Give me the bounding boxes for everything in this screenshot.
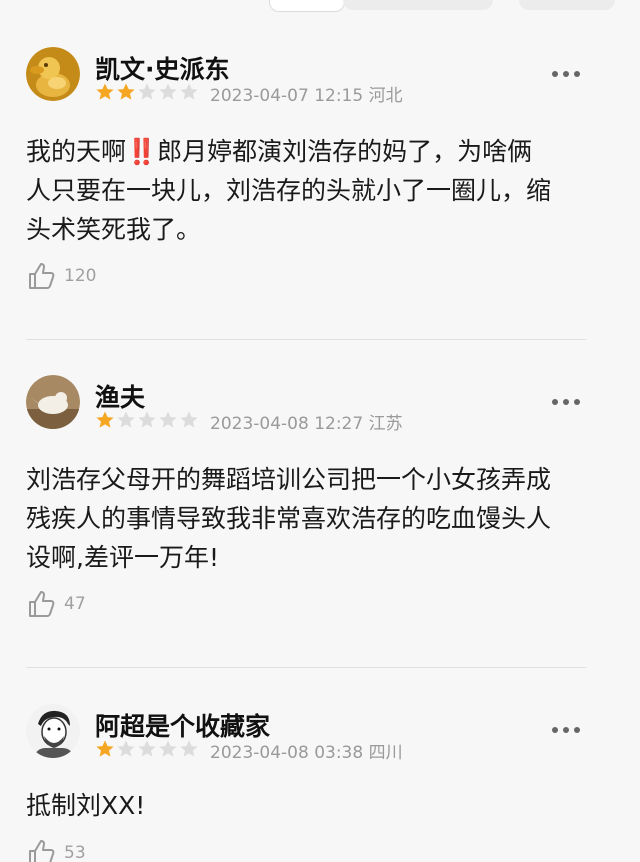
review-list-page: 凯文·史派东 2023-04-07 12:15 河北 我的天啊‼️郎月婷都演刘浩… — [0, 0, 640, 862]
thumbs-up-icon — [29, 840, 55, 862]
review-location: 江苏 — [368, 414, 403, 434]
star-filled-icon — [96, 740, 114, 757]
review-date: 2023-04-07 12:15 — [210, 86, 364, 106]
bird-figurine-avatar-icon — [26, 375, 80, 429]
star-rating — [95, 410, 199, 430]
top-tab-active[interactable] — [269, 0, 345, 12]
thumbs-up-icon — [29, 263, 55, 289]
review-content: 我的天啊‼️郎月婷都演刘浩存的妈了，为啥俩 人只要在一块儿，刘浩存的头就小了一圈… — [26, 132, 596, 249]
star-empty-icon — [138, 740, 156, 757]
more-dots-icon[interactable] — [552, 727, 582, 735]
review-meta: 2023-04-08 12:27 江苏 — [210, 409, 403, 434]
star-empty-icon — [117, 411, 135, 428]
star-filled-icon — [96, 411, 114, 428]
thumbs-up-icon — [29, 591, 55, 617]
more-dots-icon[interactable] — [552, 71, 582, 79]
more-dots-icon[interactable] — [552, 399, 582, 407]
star-rating — [95, 82, 199, 102]
like-button[interactable]: 47 — [26, 587, 86, 621]
divider — [26, 339, 586, 340]
sketch-portrait-avatar-icon — [26, 704, 80, 758]
avatar[interactable] — [26, 704, 80, 758]
star-filled-icon — [117, 83, 135, 100]
star-rating — [95, 739, 199, 759]
golden-duck-avatar-icon — [26, 47, 80, 101]
star-empty-icon — [180, 740, 198, 757]
review-meta: 2023-04-08 03:38 四川 — [210, 738, 403, 763]
review-content: 刘浩存父母开的舞蹈培训公司把一个小女孩弄成 残疾人的事情导致我非常喜欢浩存的吃血… — [26, 465, 552, 572]
star-empty-icon — [180, 411, 198, 428]
star-empty-icon — [159, 740, 177, 757]
divider — [26, 667, 586, 668]
like-count: 47 — [64, 594, 86, 614]
star-empty-icon — [159, 83, 177, 100]
review-location: 河北 — [368, 86, 403, 106]
star-empty-icon — [117, 740, 135, 757]
top-tab[interactable] — [343, 0, 493, 10]
star-empty-icon — [159, 411, 177, 428]
like-button[interactable]: 120 — [26, 259, 96, 293]
star-filled-icon — [96, 83, 114, 100]
star-empty-icon — [138, 411, 156, 428]
top-tab[interactable] — [519, 0, 615, 10]
star-empty-icon — [180, 83, 198, 100]
like-button[interactable]: 53 — [26, 836, 86, 862]
review-content: 抵制刘XX! — [26, 791, 146, 820]
review-text: 我的天啊 — [26, 137, 127, 166]
username[interactable]: 渔夫 — [95, 378, 145, 414]
avatar[interactable] — [26, 375, 80, 429]
review-meta: 2023-04-07 12:15 河北 — [210, 81, 403, 106]
top-tab-bar — [0, 0, 640, 22]
double-exclamation-icon: ‼️ — [126, 137, 158, 166]
star-empty-icon — [138, 83, 156, 100]
review-date: 2023-04-08 12:27 — [210, 414, 364, 434]
review-location: 四川 — [368, 743, 403, 763]
review-date: 2023-04-08 03:38 — [210, 743, 364, 763]
like-count: 120 — [64, 266, 97, 286]
avatar[interactable] — [26, 47, 80, 101]
like-count: 53 — [64, 843, 86, 862]
